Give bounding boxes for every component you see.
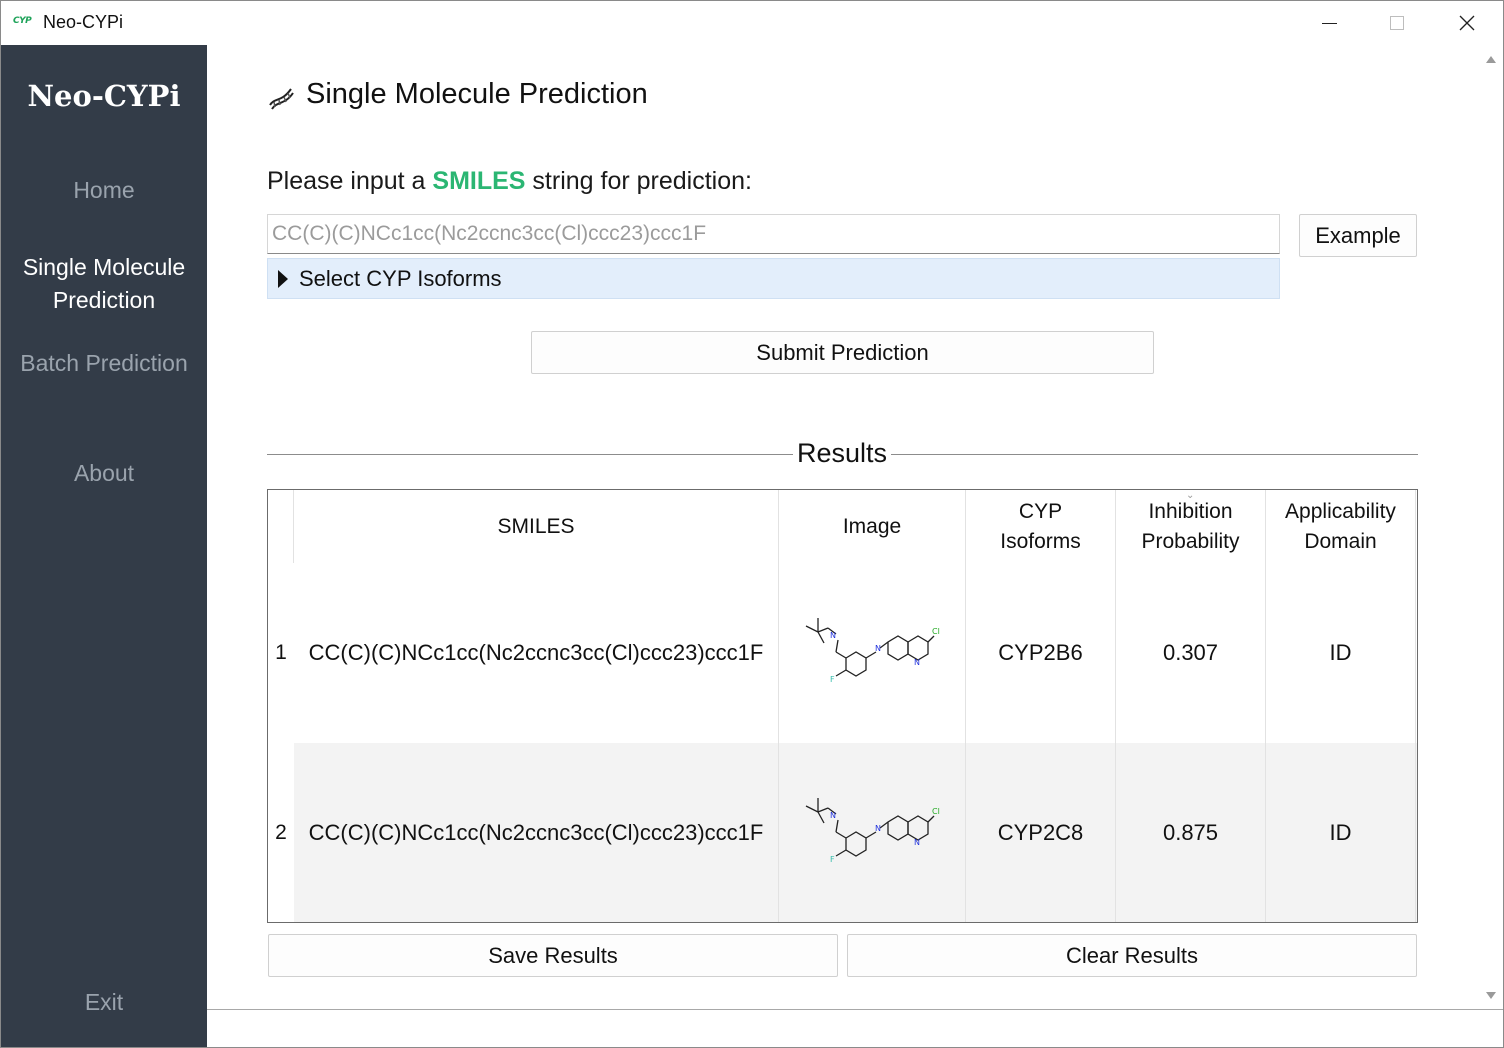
dna-icon [269,88,294,110]
prompt-suffix: string for prediction: [525,167,752,195]
sidebar-item-home[interactable]: Home [1,174,207,207]
close-icon [1459,15,1475,31]
svg-text:N: N [875,824,881,833]
example-button[interactable]: Example [1299,214,1417,257]
molecule-structure-image: N N N F Cl [805,618,940,684]
svg-text:F: F [830,855,835,864]
minimize-button[interactable] [1295,1,1363,45]
results-divider-left [267,454,793,455]
cell-applicability-domain[interactable]: ID [1266,563,1415,743]
row-header-1[interactable]: 1 [268,563,294,743]
cell-cyp-isoform[interactable]: CYP2B6 [966,563,1115,743]
clear-results-button[interactable]: Clear Results [847,934,1417,977]
row-header-2[interactable]: 2 [268,743,294,922]
header-cyp-isoforms[interactable]: CYP Isoforms [966,490,1115,563]
column-divider [1415,490,1416,922]
save-results-button[interactable]: Save Results [268,934,838,977]
header-image[interactable]: Image [779,490,965,563]
cell-inhibition-probability[interactable]: 0.307 [1116,563,1265,743]
header-cyp-line1: CYP [1018,499,1063,523]
cell-applicability-domain[interactable]: ID [1266,743,1415,922]
maximize-button[interactable] [1363,1,1431,45]
page-title: Single Molecule Prediction [306,78,648,110]
results-divider-right [891,454,1418,455]
header-applicability-domain[interactable]: Applicability Domain [1266,490,1415,563]
prompt-prefix: Please input a [267,167,433,195]
cell-smiles[interactable]: CC(C)(C)NCc1cc(Nc2ccnc3cc(Cl)ccc23)ccc1F [294,743,778,922]
smiles-prompt: Please input a SMILES string for predict… [267,167,752,196]
header-cyp-line2: Isoforms [1000,529,1081,553]
header-prob-line2: Probability [1141,529,1240,553]
cell-cyp-isoform[interactable]: CYP2C8 [966,743,1115,922]
scroll-down-icon[interactable] [1486,992,1496,999]
status-bar [207,1009,1503,1047]
minimize-icon [1321,22,1337,24]
scroll-up-icon[interactable] [1486,56,1496,63]
svg-text:N: N [914,658,920,667]
vertical-scrollbar[interactable] [1477,45,1503,1009]
sidebar-item-batch-prediction[interactable]: Batch Prediction [1,347,207,380]
cell-smiles[interactable]: CC(C)(C)NCc1cc(Nc2ccnc3cc(Cl)ccc23)ccc1F [294,563,778,743]
results-table[interactable]: SMILES Image CYP Isoforms Inhibition Pro… [267,489,1418,923]
sidebar-item-exit[interactable]: Exit [1,986,207,1019]
svg-text:N: N [830,811,836,820]
smiles-input[interactable] [267,214,1280,254]
main-panel: Single Molecule Prediction Please input … [207,45,1477,1009]
window-title: Neo-CYPi [43,12,124,32]
app-window: CYP Neo-CYPi Neo-CYPi Home Single Molecu… [0,0,1504,1048]
header-ad-line1: Applicability [1285,499,1396,523]
svg-text:Cl: Cl [932,807,940,816]
header-prob-line1: Inhibition [1148,499,1233,523]
cell-inhibition-probability[interactable]: 0.875 [1116,743,1265,922]
cyp-isoforms-toggle[interactable]: Select CYP Isoforms [267,258,1280,299]
svg-text:N: N [914,838,920,847]
prompt-highlight: SMILES [432,167,526,195]
expand-arrow-icon [278,270,288,288]
header-ad-line2: Domain [1304,529,1377,553]
sidebar-item-single-molecule-prediction[interactable]: Single Molecule Prediction [1,251,207,317]
submit-prediction-button[interactable]: Submit Prediction [531,331,1154,374]
sidebar-item-about[interactable]: About [1,457,207,490]
sort-indicator-icon: ⌄ [1186,490,1195,501]
svg-text:F: F [830,675,835,684]
sidebar-app-title: Neo-CYPi [27,79,181,113]
title-bar[interactable]: CYP Neo-CYPi [1,1,1503,45]
app-logo-icon: CYP [13,16,32,26]
maximize-icon [1390,16,1404,30]
header-smiles[interactable]: SMILES [294,490,778,563]
results-heading: Results [796,438,888,468]
molecule-structure-image: N N N F Cl [805,798,940,864]
close-button[interactable] [1433,1,1501,45]
svg-text:Cl: Cl [932,627,940,636]
svg-text:N: N [875,644,881,653]
cyp-isoforms-label: Select CYP Isoforms [299,266,502,291]
sidebar: Neo-CYPi Home Single Molecule Prediction… [1,45,207,1047]
svg-text:N: N [830,631,836,640]
